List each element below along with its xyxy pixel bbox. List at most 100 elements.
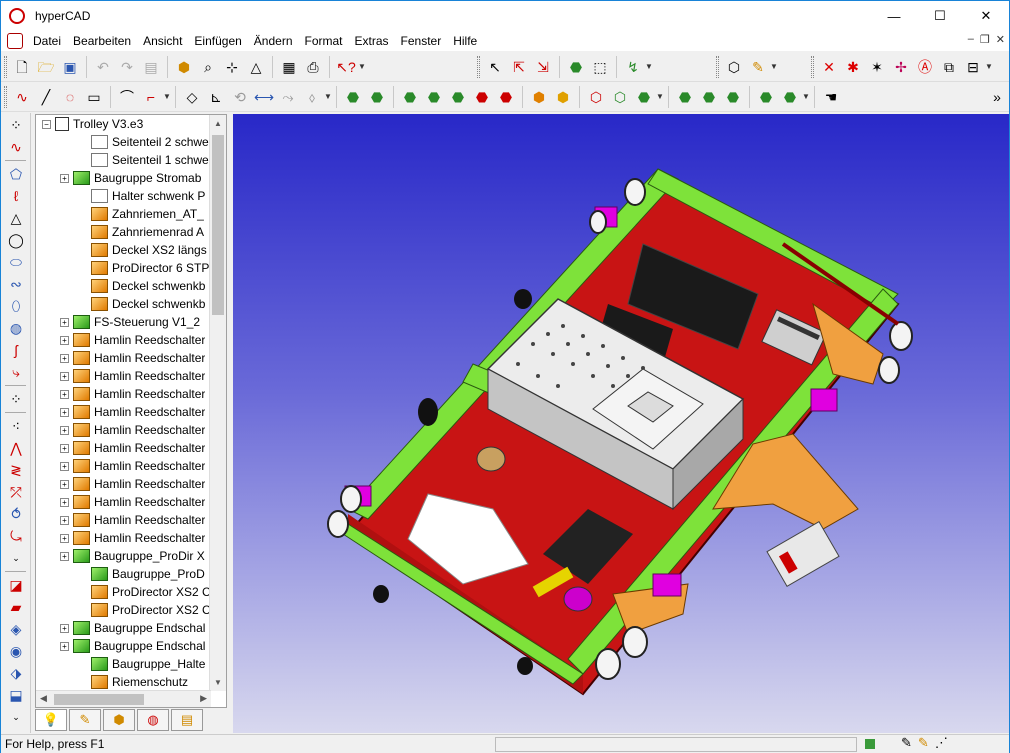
box-orange-icon[interactable]: ⬢ (528, 86, 550, 108)
tree-item[interactable]: Zahnriemen_AT_ (36, 205, 226, 223)
patch-icon[interactable]: ◈ (4, 619, 28, 639)
render-icon[interactable]: ⬡ (723, 56, 745, 78)
circle-icon[interactable]: ◌ (59, 86, 81, 108)
project-curve-icon[interactable]: ⥀ (4, 504, 28, 524)
sketch-status-icon[interactable]: ✎ (918, 735, 935, 750)
polygon-icon[interactable]: ⬠ (4, 164, 28, 184)
tree-item[interactable]: Halter schwenk P (36, 187, 226, 205)
select-filter-icon[interactable]: ⇱ (508, 56, 530, 78)
model-box-icon[interactable]: ⬢ (173, 56, 195, 78)
tab-materials[interactable]: ◍ (137, 709, 169, 731)
tree-item[interactable]: + Hamlin Reedschalter (36, 511, 226, 529)
menu-datei[interactable]: Datei (27, 34, 67, 48)
surface-icon[interactable]: ◪ (4, 575, 28, 595)
redo-icon[interactable]: ↷ (116, 56, 138, 78)
fillet-icon[interactable]: ⌐ (140, 86, 162, 108)
toolbar-grip[interactable] (477, 55, 480, 78)
toolbar-grip[interactable] (4, 85, 7, 108)
curve-tool-icon[interactable]: ∿ (4, 137, 28, 157)
menu-hilfe[interactable]: Hilfe (447, 34, 483, 48)
expand-icon[interactable]: + (60, 173, 69, 183)
annotation-icon[interactable]: Ⓐ (914, 56, 936, 78)
tree-item[interactable]: + Hamlin Reedschalter (36, 439, 226, 457)
tree-item[interactable]: ProDirector XS2 C (36, 583, 226, 601)
tab-layers[interactable]: ▤ (171, 709, 203, 731)
plane-icon[interactable]: ◇ (181, 86, 203, 108)
path-icon[interactable]: ↯ (622, 56, 644, 78)
tree-item[interactable]: + Hamlin Reedschalter (36, 385, 226, 403)
maximize-button[interactable]: ☐ (917, 1, 963, 31)
table-icon[interactable]: ▦ (278, 56, 300, 78)
bug-icon[interactable]: ✢ (890, 56, 912, 78)
expand-icon[interactable]: + (60, 641, 69, 651)
mdi-restore-button[interactable]: ❐ (980, 33, 990, 46)
tree-horizontal-scrollbar[interactable]: ◀ ▶ (36, 690, 211, 707)
transform-icon[interactable]: ⟲ (229, 86, 251, 108)
freeform-icon[interactable]: ℓ (4, 186, 28, 206)
toolbar-grip[interactable] (716, 55, 719, 78)
distance-icon[interactable]: ⟷ (253, 86, 275, 108)
analysis-dropdown-icon[interactable]: ▼ (802, 92, 810, 101)
scroll-left-icon[interactable]: ◀ (40, 693, 47, 704)
select-icon[interactable]: ↖ (484, 56, 506, 78)
tree-item[interactable]: + FS-Steuerung V1_2 (36, 313, 226, 331)
menu-aendern[interactable]: Ändern (248, 34, 299, 48)
expand-icon[interactable]: + (60, 335, 69, 345)
select-edge-icon[interactable]: ⇲ (532, 56, 554, 78)
boolean-subtract-icon[interactable]: ⬣ (423, 86, 445, 108)
tree-item[interactable]: Zahnriemenrad A (36, 223, 226, 241)
shading-dropdown-icon[interactable]: ▼ (770, 62, 778, 71)
expand-icon[interactable]: + (60, 407, 69, 417)
scrollbar-thumb[interactable] (212, 135, 224, 315)
menu-fenster[interactable]: Fenster (395, 34, 448, 48)
tree-item[interactable]: Baugruppe_Halte (36, 655, 226, 673)
mdi-minimize-button[interactable]: – (968, 33, 974, 46)
tree-item[interactable]: + Hamlin Reedschalter (36, 349, 226, 367)
torus-icon[interactable]: ◍ (4, 318, 28, 338)
path-dropdown-icon[interactable]: ▼ (645, 62, 653, 71)
3d-viewport[interactable] (233, 114, 1009, 733)
draft-icon[interactable]: ⬡ (609, 86, 631, 108)
mdi-close-button[interactable]: ✕ (996, 33, 1005, 46)
pattern-icon[interactable]: ⬣ (674, 86, 696, 108)
expand-icon[interactable]: + (60, 371, 69, 381)
offset-icon[interactable]: ⬣ (722, 86, 744, 108)
menu-bearbeiten[interactable]: Bearbeiten (67, 34, 137, 48)
shell-icon[interactable]: ⬡ (585, 86, 607, 108)
spline-icon[interactable]: ∿ (11, 86, 33, 108)
expand-icon[interactable]: + (60, 623, 69, 633)
solid-extrude-icon[interactable]: ⬣ (342, 86, 364, 108)
expand-icon[interactable]: + (60, 425, 69, 435)
pen-status-icon[interactable]: ✎ (901, 735, 918, 750)
surface-dropdown-icon[interactable]: ▼ (324, 92, 332, 101)
panel-collapse-icon[interactable]: ⌄ (4, 707, 28, 727)
control-points-icon[interactable]: ⁘ (4, 389, 28, 409)
measure-icon[interactable]: △ (245, 56, 267, 78)
new-file-icon[interactable]: 🗋 (11, 56, 33, 78)
analysis-icon[interactable]: ⬣ (755, 86, 777, 108)
layer-dropdown-icon[interactable]: ▼ (985, 62, 993, 71)
solid-cut-icon[interactable]: ⬣ (471, 86, 493, 108)
toolbar-grip[interactable] (4, 55, 7, 78)
boolean-intersect-icon[interactable]: ⬣ (447, 86, 469, 108)
menu-ansicht[interactable]: Ansicht (137, 34, 188, 48)
copy-window-icon[interactable]: ⧉ (938, 56, 960, 78)
help-dropdown-icon[interactable]: ▼ (358, 62, 366, 71)
solid-split-icon[interactable]: ⬣ (495, 86, 517, 108)
line-icon[interactable]: ╱ (35, 86, 57, 108)
layer-icon[interactable]: ⊟ (962, 56, 984, 78)
shading-icon[interactable]: ✎ (747, 56, 769, 78)
minimize-button[interactable]: — (871, 1, 917, 31)
expand-icon[interactable]: + (60, 533, 69, 543)
tree-item[interactable]: + Baugruppe Stromab (36, 169, 226, 187)
points-icon[interactable]: ⁘ (4, 115, 28, 135)
dimension-icon[interactable]: ⊾ (205, 86, 227, 108)
blend-icon[interactable]: ⬗ (4, 663, 28, 683)
tree-item[interactable]: + Hamlin Reedschalter (36, 457, 226, 475)
tree-item[interactable]: ProDirector XS2 C (36, 601, 226, 619)
close-button[interactable]: ✕ (963, 1, 1009, 31)
tab-features[interactable]: ✎ (69, 709, 101, 731)
toolbar-grip[interactable] (811, 55, 814, 78)
box-yellow-icon[interactable]: ⬢ (552, 86, 574, 108)
curve-dropdown-icon[interactable]: ▼ (163, 92, 171, 101)
